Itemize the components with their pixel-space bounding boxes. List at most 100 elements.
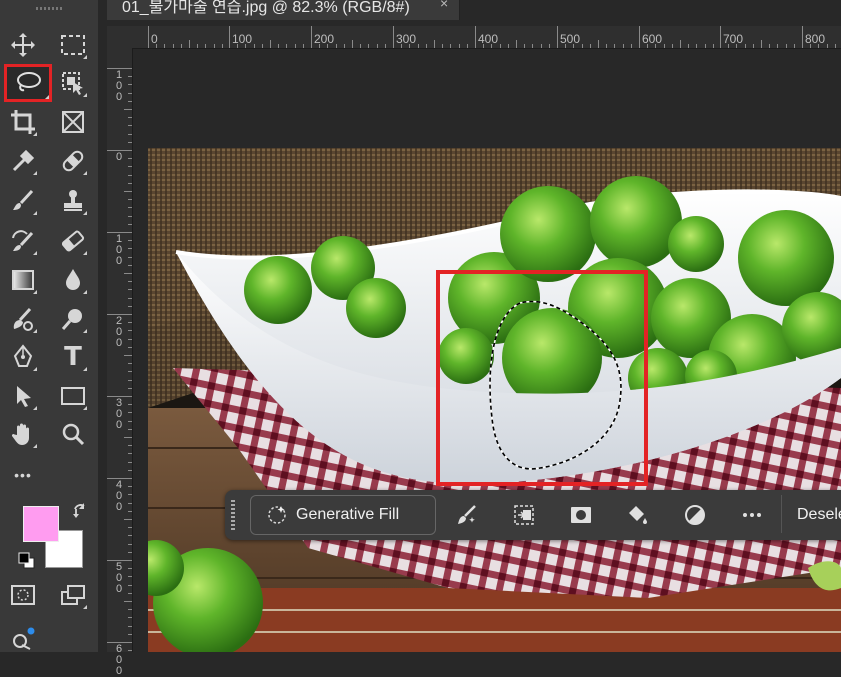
ruler-minor-tick (335, 44, 337, 48)
ruler-minor-tick (376, 44, 378, 48)
ruler-minor-tick (128, 617, 132, 619)
move-icon[interactable] (8, 30, 38, 60)
ruler-minor-tick (197, 44, 199, 48)
deselect-button[interactable]: Deselect (781, 495, 841, 533)
ruler-minor-tick (704, 44, 706, 48)
ruler-minor-tick (286, 44, 288, 48)
ruler-minor-tick (124, 355, 132, 356)
ruler-minor-tick (343, 44, 345, 48)
ruler-minor-tick (128, 174, 132, 176)
ruler-major-tick (393, 26, 394, 48)
ruler-corner[interactable] (107, 26, 132, 48)
ruler-minor-tick (589, 44, 591, 48)
ruler-minor-tick (128, 633, 132, 635)
ruler-minor-tick (752, 44, 754, 48)
gradient-icon[interactable] (8, 265, 38, 295)
ruler-minor-tick (712, 44, 714, 48)
fill-icon[interactable] (625, 503, 649, 527)
ruler-minor-tick (540, 44, 542, 48)
ruler-minor-tick (793, 44, 795, 48)
rectangular-marquee-icon[interactable] (58, 30, 88, 60)
panel-grip[interactable] (36, 7, 62, 10)
ruler-major-tick (311, 26, 312, 48)
hand-icon[interactable] (8, 419, 38, 449)
object-selection-icon[interactable] (58, 68, 88, 98)
ruler-label: 200 (314, 32, 335, 46)
ruler-minor-tick (128, 527, 132, 529)
more-tools-icon[interactable]: ••• (8, 460, 38, 490)
ruler-minor-tick (124, 109, 132, 110)
pen-icon[interactable] (8, 342, 38, 372)
ruler-minor-tick (524, 44, 526, 48)
ruler-minor-tick (124, 191, 132, 192)
swap-colors-icon[interactable] (72, 503, 88, 519)
ruler-minor-tick (128, 412, 132, 414)
ruler-major-tick (557, 26, 558, 48)
generative-fill-button[interactable]: Generative Fill (250, 495, 436, 535)
ruler-minor-tick (128, 445, 132, 447)
ruler-minor-tick (425, 44, 427, 48)
ruler-minor-tick (128, 346, 132, 348)
ruler-label: 500 (115, 561, 123, 595)
invert-icon[interactable] (683, 503, 707, 527)
horizontal-ruler[interactable]: 0 100 200 300 400 500 600 700 800 (132, 26, 841, 49)
quick-mask-icon[interactable] (8, 580, 38, 610)
rectangle-shape-icon[interactable] (58, 381, 88, 411)
brush-icon[interactable] (8, 186, 38, 216)
ruler-minor-tick (128, 84, 132, 86)
dodge-icon[interactable] (58, 304, 88, 334)
eyedropper-icon[interactable] (8, 146, 38, 176)
ruler-minor-tick (491, 44, 493, 48)
zoom-icon[interactable] (58, 419, 88, 449)
ruler-minor-tick (128, 264, 132, 266)
ruler-minor-tick (360, 44, 362, 48)
vertical-ruler[interactable]: 100 0 100 200 300 400 500 600 (107, 48, 133, 677)
mask-icon[interactable] (569, 503, 593, 527)
ruler-minor-tick (736, 44, 738, 48)
ruler-minor-tick (128, 281, 132, 283)
ruler-minor-tick (128, 551, 132, 553)
ruler-minor-tick (261, 44, 263, 48)
ruler-minor-tick (630, 44, 632, 48)
ruler-minor-tick (128, 592, 132, 594)
generative-shapes-icon[interactable] (8, 623, 38, 653)
ruler-minor-tick (696, 44, 698, 48)
ruler-minor-tick (647, 44, 649, 48)
document-tab[interactable]: 01_불가마술 연습.jpg @ 82.3% (RGB/8#) × (107, 0, 460, 20)
ruler-minor-tick (777, 44, 779, 48)
generative-fill-label: Generative Fill (296, 506, 400, 523)
ruler-label: 100 (115, 233, 123, 267)
screen-mode-icon[interactable] (58, 580, 88, 610)
ruler-minor-tick (128, 297, 132, 299)
default-colors-icon[interactable] (18, 552, 36, 570)
ruler-label: 500 (560, 32, 581, 46)
crop-icon[interactable] (8, 107, 38, 137)
lasso-icon[interactable] (4, 64, 52, 102)
frame-icon[interactable] (58, 107, 88, 137)
ruler-major-tick (802, 26, 803, 48)
path-selection-icon[interactable] (8, 381, 38, 411)
eraser-icon[interactable] (58, 226, 88, 256)
ruler-minor-tick (352, 40, 353, 48)
foreground-color-swatch[interactable] (23, 506, 59, 542)
blur-icon[interactable] (58, 265, 88, 295)
ruler-minor-tick (128, 100, 132, 102)
ruler-minor-tick (164, 44, 166, 48)
ruler-minor-tick (128, 404, 132, 406)
clone-stamp-icon[interactable] (58, 186, 88, 216)
close-tab-button[interactable]: × (440, 0, 448, 11)
spot-healing-icon[interactable] (58, 146, 88, 176)
document-tab-bar: 01_불가마술 연습.jpg @ 82.3% (RGB/8#) × (107, 0, 841, 20)
more-options-icon[interactable] (740, 503, 764, 527)
transform-selection-icon[interactable] (512, 503, 536, 527)
generative-brush-icon[interactable] (455, 503, 479, 527)
smudge-icon[interactable] (8, 304, 38, 334)
ruler-minor-tick (124, 273, 132, 274)
ruler-minor-tick (834, 44, 836, 48)
task-bar-drag-handle[interactable] (231, 500, 235, 530)
history-brush-icon[interactable] (8, 226, 38, 256)
ruler-major-tick (475, 26, 476, 48)
ruler-minor-tick (128, 486, 132, 488)
ruler-minor-tick (810, 44, 812, 48)
type-icon[interactable]: T (58, 342, 88, 372)
